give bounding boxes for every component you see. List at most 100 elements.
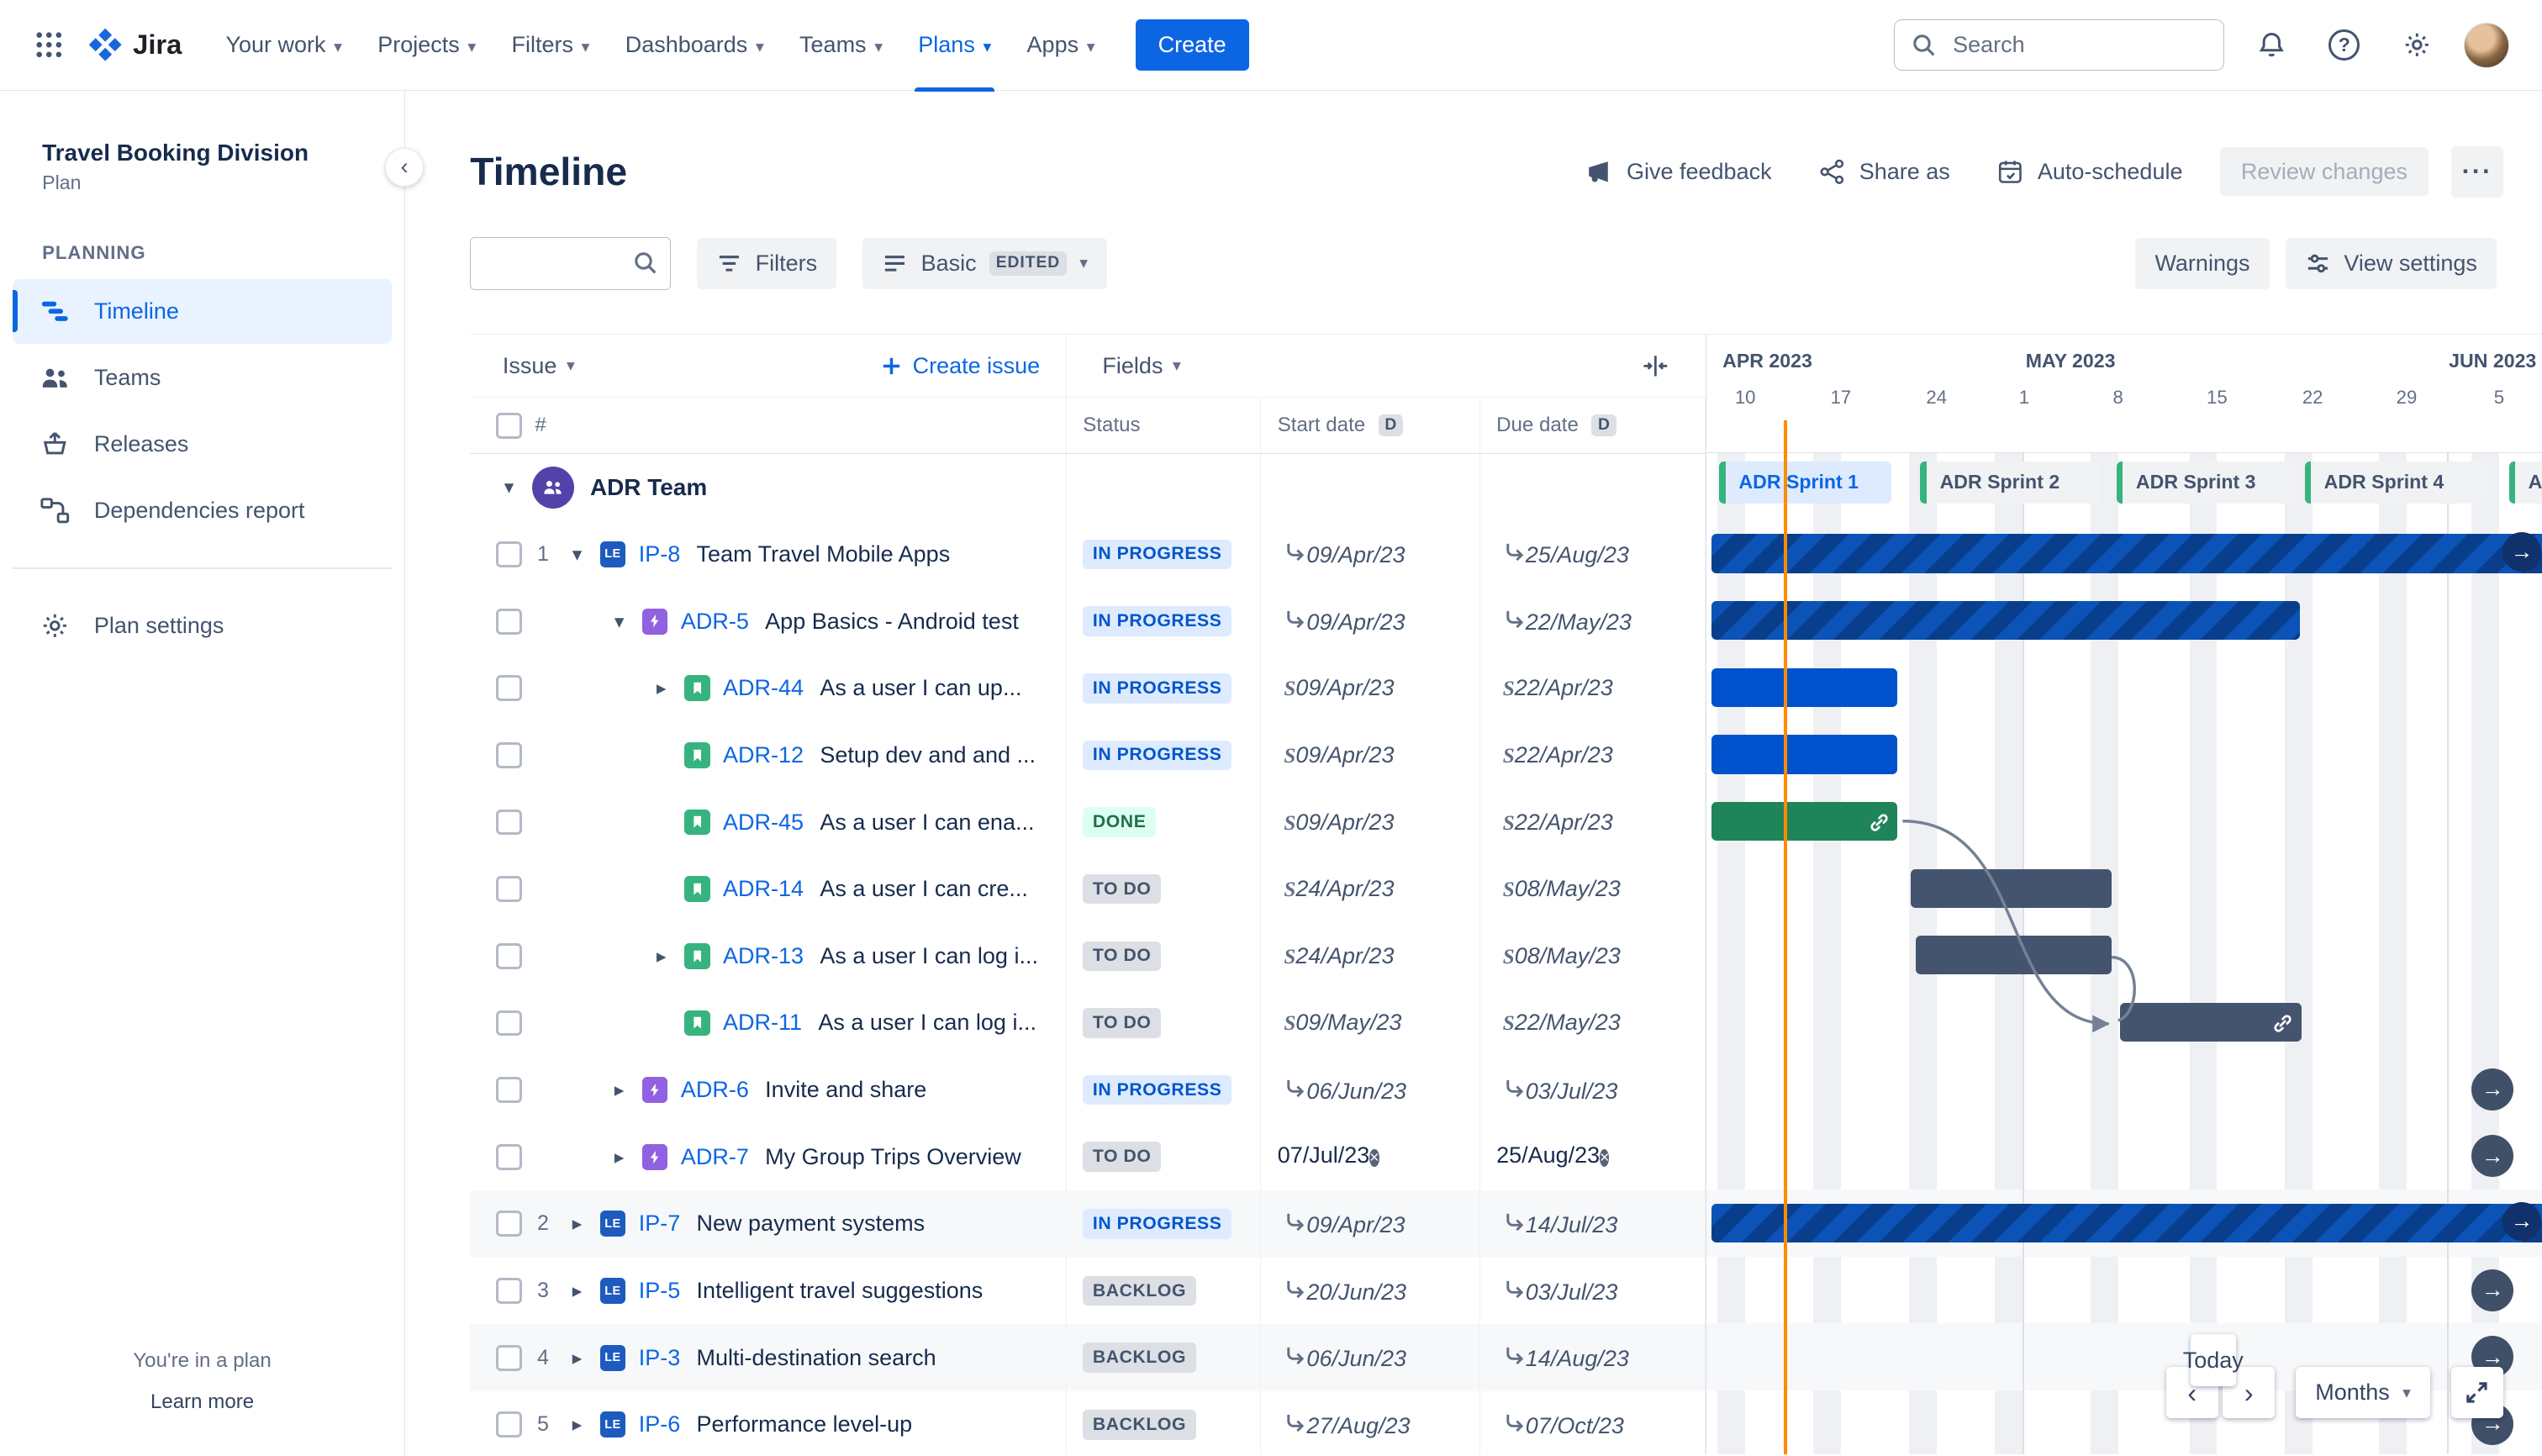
status-badge[interactable]: TO DO <box>1083 873 1162 905</box>
issue-key-link[interactable]: ADR-7 <box>681 1144 749 1170</box>
start-date-cell-value[interactable]: S09/May/23 <box>1261 1010 1479 1036</box>
chevron-collapsed-icon[interactable]: ▸ <box>564 1347 590 1369</box>
clear-date-button[interactable]: × <box>1369 1149 1379 1168</box>
scroll-to-bar-arrow[interactable]: → <box>2471 1135 2514 1178</box>
review-changes-button[interactable]: Review changes <box>2219 147 2429 197</box>
issue-key-link[interactable]: IP-6 <box>639 1411 681 1438</box>
warnings-button[interactable]: Warnings <box>2135 237 2270 290</box>
start-date-cell-value[interactable]: S09/Apr/23 <box>1261 742 1479 768</box>
status-badge[interactable]: IN PROGRESS <box>1083 1074 1232 1105</box>
sidebar-item-teams[interactable]: Teams <box>13 346 391 410</box>
status-badge[interactable]: TO DO <box>1083 1008 1162 1038</box>
due-date-cell-value[interactable]: 07/Oct/23 <box>1480 1411 1705 1439</box>
row-checkbox[interactable] <box>496 1077 522 1104</box>
fields-dropdown[interactable]: Fields ▾ <box>1102 353 1180 379</box>
status-badge[interactable]: BACKLOG <box>1083 1275 1196 1306</box>
issue-key-link[interactable]: ADR-45 <box>723 810 804 836</box>
view-settings-dropdown[interactable]: Basic EDITED ▾ <box>862 237 1108 290</box>
issue-summary[interactable]: As a user I can log i... <box>820 943 1038 969</box>
start-date-cell-value[interactable]: S09/Apr/23 <box>1261 810 1479 836</box>
due-date-cell-value[interactable]: 22/May/23 <box>1480 607 1705 636</box>
due-date-cell[interactable]: S22/Apr/23 <box>1480 789 1706 856</box>
today-button[interactable]: Today <box>2183 1334 2244 1386</box>
sidebar-item-timeline[interactable]: Timeline <box>13 278 392 344</box>
sidebar-item-plan-settings[interactable]: Plan settings <box>13 593 391 658</box>
start-date-cell[interactable]: S24/Apr/23 <box>1261 855 1480 923</box>
nav-item-filters[interactable]: Filters ▾ <box>493 0 607 91</box>
issue-summary[interactable]: New payment systems <box>697 1211 926 1237</box>
sidebar-item-releases[interactable]: Releases <box>13 412 391 477</box>
start-date-cell[interactable]: 06/Jun/23 <box>1261 1324 1480 1391</box>
start-date-cell[interactable]: S24/Apr/23 <box>1261 922 1480 990</box>
start-date-cell[interactable]: S09/Apr/23 <box>1261 789 1480 856</box>
status-badge[interactable]: IN PROGRESS <box>1083 740 1232 771</box>
row-checkbox[interactable] <box>496 1344 522 1371</box>
app-switcher-button[interactable] <box>23 19 75 71</box>
due-date-cell[interactable]: 07/Oct/23 <box>1480 1390 1706 1454</box>
create-button[interactable]: Create <box>1135 18 1249 71</box>
scroll-to-bar-arrow[interactable]: → <box>2471 1068 2514 1110</box>
due-date-cell[interactable]: 03/Jul/23 <box>1480 1056 1706 1124</box>
start-date-cell[interactable]: S09/Apr/23 <box>1261 721 1480 789</box>
issue-summary[interactable]: Intelligent travel suggestions <box>697 1278 984 1304</box>
start-date-cell[interactable]: 06/Jun/23 <box>1261 1056 1480 1124</box>
row-checkbox[interactable] <box>496 876 522 903</box>
sprint-chip-adr-sprint-4[interactable]: ADR Sprint 4 <box>2304 461 2487 504</box>
issue-summary[interactable]: Performance level-up <box>697 1411 913 1438</box>
issue-summary[interactable]: My Group Trips Overview <box>765 1144 1021 1170</box>
row-checkbox[interactable] <box>496 942 522 969</box>
auto-schedule-button[interactable]: Auto-schedule <box>1978 148 2201 197</box>
due-date-cell[interactable]: 14/Jul/23 <box>1480 1190 1706 1258</box>
notifications-button[interactable] <box>2245 19 2297 71</box>
start-date-cell[interactable]: 27/Aug/23 <box>1261 1390 1480 1454</box>
start-date-cell-value[interactable]: 06/Jun/23 <box>1261 1343 1479 1372</box>
issue-key-link[interactable]: IP-8 <box>639 541 681 567</box>
scroll-to-bar-arrow[interactable]: → <box>2471 1269 2514 1311</box>
chevron-collapsed-icon[interactable]: ▸ <box>564 1413 590 1436</box>
sprint-chip-adr-sprint-3[interactable]: ADR Sprint 3 <box>2116 461 2297 504</box>
start-date-cell[interactable]: 09/Apr/23 <box>1261 588 1480 655</box>
issue-key-link[interactable]: ADR-44 <box>723 675 804 701</box>
gantt-bar-row-6[interactable] <box>1910 868 2112 908</box>
due-date-cell[interactable]: S08/May/23 <box>1480 922 1706 990</box>
issue-summary[interactable]: Team Travel Mobile Apps <box>697 541 951 567</box>
gantt-bar-row-4[interactable] <box>1711 735 1898 774</box>
bar-continues-arrow[interactable]: → <box>2502 1201 2542 1242</box>
chevron-collapsed-icon[interactable]: ▸ <box>564 1279 590 1302</box>
issue-key-link[interactable]: ADR-14 <box>723 876 804 902</box>
issue-summary[interactable]: Multi-destination search <box>697 1345 936 1371</box>
row-checkbox[interactable] <box>496 1010 522 1037</box>
nav-item-projects[interactable]: Projects ▾ <box>360 0 493 91</box>
start-date-cell[interactable]: 09/Apr/23 <box>1261 520 1480 588</box>
row-checkbox[interactable] <box>496 1143 522 1170</box>
issue-summary[interactable]: App Basics - Android test <box>765 609 1019 635</box>
chevron-collapsed-icon[interactable]: ▸ <box>648 945 674 968</box>
nav-item-apps[interactable]: Apps ▾ <box>1009 0 1112 91</box>
share-as-button[interactable]: Share as <box>1799 148 1968 197</box>
status-badge[interactable]: DONE <box>1083 807 1156 837</box>
sprint-chip-a[interactable]: A <box>2508 461 2542 504</box>
status-badge[interactable]: IN PROGRESS <box>1083 673 1232 704</box>
due-date-cell[interactable]: S22/May/23 <box>1480 989 1706 1057</box>
start-date-cell-value[interactable]: 09/Apr/23 <box>1261 607 1479 636</box>
start-date-cell[interactable]: 07/Jul/23× <box>1261 1123 1480 1191</box>
due-date-cell[interactable]: S08/May/23 <box>1480 855 1706 923</box>
gantt-bar-row-11[interactable]: → <box>1711 1201 2542 1243</box>
start-date-cell-value[interactable]: S09/Apr/23 <box>1261 675 1479 701</box>
help-button[interactable]: ? <box>2318 19 2371 71</box>
status-badge[interactable]: IN PROGRESS <box>1083 1209 1232 1239</box>
sprint-chip-adr-sprint-2[interactable]: ADR Sprint 2 <box>1920 461 2101 504</box>
due-date-cell[interactable]: 22/May/23 <box>1480 588 1706 655</box>
due-date-cell[interactable]: 03/Jul/23 <box>1480 1257 1706 1325</box>
due-date-cell-value[interactable]: 03/Jul/23 <box>1480 1277 1705 1306</box>
issue-key-link[interactable]: IP-3 <box>639 1345 681 1371</box>
due-date-cell-value[interactable]: S22/Apr/23 <box>1480 810 1705 836</box>
chevron-expanded-icon[interactable]: ▾ <box>606 610 632 633</box>
due-date-cell-value[interactable]: 03/Jul/23 <box>1480 1076 1705 1105</box>
row-checkbox[interactable] <box>496 675 522 702</box>
gantt-bar-row-2[interactable] <box>1711 600 2300 641</box>
sprint-chip-adr-sprint-1[interactable]: ADR Sprint 1 <box>1719 461 1891 504</box>
issue-key-link[interactable]: ADR-13 <box>723 943 804 969</box>
due-date-cell-value[interactable]: S08/May/23 <box>1480 876 1705 902</box>
issue-summary[interactable]: As a user I can log i... <box>818 1010 1036 1036</box>
